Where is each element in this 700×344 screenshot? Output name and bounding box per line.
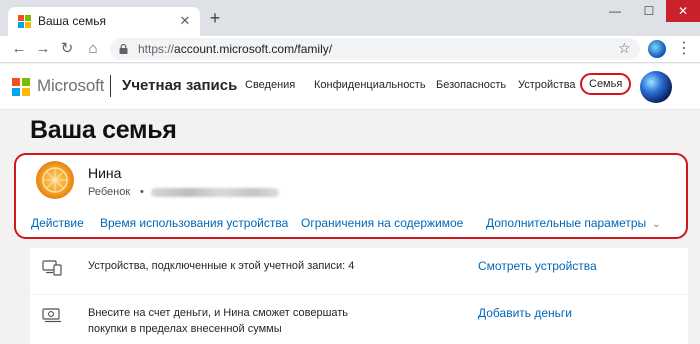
devices-icon <box>42 260 62 276</box>
browser-toolbar: ← → ↻ ⌂ https://account.microsoft.com/fa… <box>0 36 700 63</box>
money-icon <box>42 308 61 323</box>
chevron-down-icon: ⌄ <box>652 219 661 230</box>
minimize-button[interactable]: — <box>598 0 632 22</box>
nav-item-devices[interactable]: Устройства <box>518 79 576 91</box>
member-avatar[interactable] <box>36 161 74 199</box>
new-tab-button[interactable]: + <box>205 9 225 29</box>
more-options-link[interactable]: Дополнительные параметры ⌄ <box>486 216 661 230</box>
browser-menu-icon[interactable]: ⋮ <box>676 39 692 59</box>
microsoft-logo-icon[interactable] <box>12 78 30 96</box>
back-button[interactable]: ← <box>8 38 30 60</box>
list-item: Внесите на счет деньги, и Нина сможет со… <box>30 294 688 340</box>
reload-button[interactable]: ↻ <box>56 38 78 60</box>
browser-titlebar: Ваша семья ✕ + — ☐ ✕ <box>0 0 700 36</box>
page-title: Ваша семья <box>30 116 177 144</box>
screen-time-link[interactable]: Время использования устройства <box>100 216 288 230</box>
member-email-blurred <box>151 188 279 197</box>
maximize-button[interactable]: ☐ <box>632 0 666 22</box>
orange-slice-icon <box>42 167 68 193</box>
page-content: Microsoft Учетная запись Сведения Конфид… <box>0 64 700 344</box>
info-panel: Устройства, подключенные к этой учетной … <box>30 248 688 344</box>
home-button[interactable]: ⌂ <box>82 38 104 60</box>
user-avatar[interactable] <box>640 71 672 103</box>
forward-button[interactable]: → <box>32 38 54 60</box>
nav-item-privacy[interactable]: Конфиденциальность <box>314 79 426 91</box>
nav-item-info[interactable]: Сведения <box>245 79 295 91</box>
content-restrictions-link[interactable]: Ограничения на содержимое <box>301 216 463 230</box>
add-money-link[interactable]: Добавить деньги <box>478 306 572 320</box>
money-info-text: Внесите на счет деньги, и Нина сможет со… <box>88 307 349 335</box>
address-bar[interactable]: https://account.microsoft.com/family/ ☆ <box>110 38 640 60</box>
account-title[interactable]: Учетная запись <box>122 77 237 94</box>
tab-title: Ваша семья <box>38 14 106 28</box>
extension-icon[interactable] <box>648 40 666 58</box>
member-name: Нина <box>88 165 122 181</box>
brand-name[interactable]: Microsoft <box>37 76 104 96</box>
nav-item-security[interactable]: Безопасность <box>436 79 506 91</box>
bookmark-star-icon[interactable]: ☆ <box>618 40 631 57</box>
list-item: Устройства, подключенные к этой учетной … <box>30 248 688 294</box>
header-divider <box>110 75 111 97</box>
lock-icon <box>119 44 128 54</box>
activity-link[interactable]: Действие <box>31 216 84 230</box>
view-devices-link[interactable]: Смотреть устройства <box>478 259 597 273</box>
close-window-button[interactable]: ✕ <box>666 0 700 22</box>
nav-item-family[interactable]: Семья <box>580 73 632 95</box>
tab-close-icon[interactable]: ✕ <box>176 12 194 30</box>
member-separator: • <box>140 186 144 198</box>
member-role: Ребенок <box>88 186 131 198</box>
microsoft-favicon-icon <box>18 15 31 28</box>
account-header: Microsoft Учетная запись Сведения Конфид… <box>0 64 700 110</box>
url-text: https://account.microsoft.com/family/ <box>138 42 333 56</box>
browser-tab[interactable]: Ваша семья ✕ <box>8 7 200 36</box>
devices-info-text: Устройства, подключенные к этой учетной … <box>88 260 355 272</box>
family-member-card: Нина Ребенок • Действие Время использова… <box>14 153 688 239</box>
